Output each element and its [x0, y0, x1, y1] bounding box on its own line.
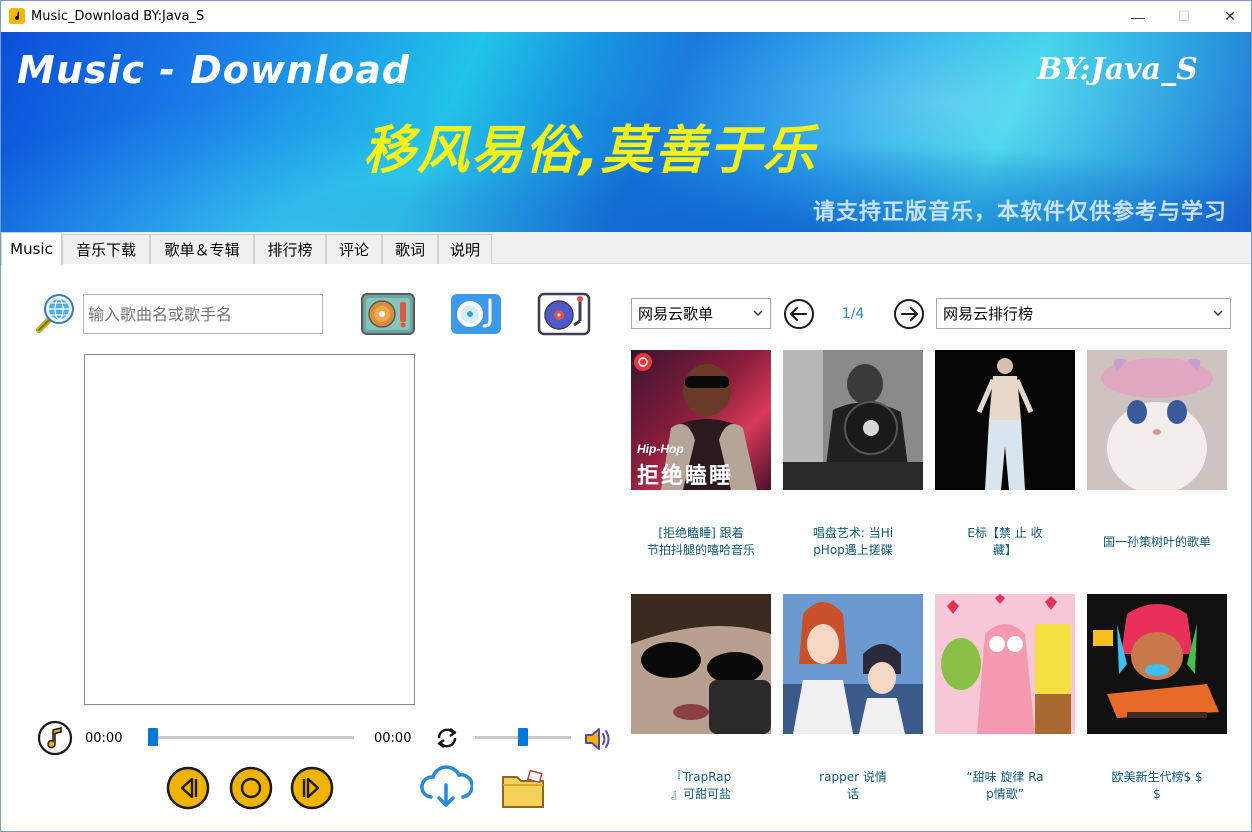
playlist-source-select[interactable]: 网易云歌单	[631, 298, 771, 329]
caption-line: 』可甜可盐	[670, 787, 731, 801]
caption-line: 藏】	[992, 543, 1017, 557]
playlist-cover[interactable]	[935, 594, 1075, 734]
arrow-right-circle-icon	[894, 299, 924, 329]
playlist-cover[interactable]	[783, 350, 923, 490]
caption-line: “甜味 旋律 Ra	[966, 770, 1044, 784]
progress-track[interactable]	[148, 736, 354, 739]
caption-line: 『TrapRap	[670, 770, 732, 784]
playlist-caption[interactable]: 欧美新生代榜$ $ $	[1087, 769, 1227, 803]
playlist-caption[interactable]: E标【禁 止 收 藏】	[935, 525, 1075, 559]
playlist-caption[interactable]: rapper 说情 话	[783, 769, 923, 803]
playlist-caption[interactable]: 唱盘艺术: 当Hi pHop遇上搓碟	[783, 525, 923, 559]
arrow-left-circle-icon	[784, 299, 814, 329]
minimize-button[interactable]: —	[1115, 1, 1161, 32]
tab-playlist-album[interactable]: 歌单＆专辑	[150, 234, 254, 264]
music-disc-icon	[37, 720, 73, 756]
cover-art-rainbow-hair	[1087, 594, 1227, 734]
progress-slider-thumb[interactable]	[148, 728, 158, 746]
previous-icon	[166, 766, 210, 810]
banner-slogan: 移风易俗,莫善于乐	[363, 121, 817, 181]
record-player-source-button[interactable]	[536, 291, 592, 337]
previous-button[interactable]	[166, 766, 210, 810]
cover-art-anime	[783, 594, 923, 734]
download-button[interactable]	[419, 765, 474, 811]
caption-line: E标【禁 止 收	[967, 526, 1043, 540]
playlist-cover[interactable]	[631, 594, 771, 734]
caption-line: 节拍抖腿的嘻哈音乐	[646, 543, 755, 557]
cd-player-source-button[interactable]	[448, 291, 504, 337]
loop-icon[interactable]	[433, 724, 461, 752]
playlist-caption[interactable]: [拒绝瞌睡] 跟着 节拍抖腿的嘻哈音乐	[631, 525, 771, 559]
maximize-button[interactable]: ☐	[1161, 1, 1207, 32]
turntable-icon	[361, 293, 415, 335]
playlist-cover[interactable]	[935, 350, 1075, 490]
chart-source-select[interactable]: 网易云排行榜	[936, 298, 1231, 329]
playlist-caption[interactable]: 国一孙策树叶的歌单	[1087, 534, 1227, 551]
playlist-cover[interactable]	[783, 594, 923, 734]
window-title: Music_Download BY:Java_S	[31, 9, 205, 24]
speaker-icon[interactable]	[583, 725, 613, 753]
play-stop-button[interactable]	[229, 766, 273, 810]
cloud-download-icon	[420, 765, 474, 807]
volume-slider-thumb[interactable]	[518, 728, 528, 746]
banner: Music - Download BY:Java_S 移风易俗,莫善于乐 请支持…	[1, 32, 1251, 232]
folder-icon	[502, 769, 544, 808]
tab-music[interactable]: Music	[1, 232, 62, 265]
tab-comments[interactable]: 评论	[326, 234, 382, 264]
tab-bar: Music 音乐下载 歌单＆专辑 排行榜 评论 歌词 说明	[1, 232, 1251, 265]
cd-player-icon	[451, 294, 501, 334]
search-input[interactable]	[83, 294, 323, 334]
tab-music-download[interactable]: 音乐下载	[62, 234, 150, 264]
playlist-source-value: 网易云歌单	[638, 305, 714, 323]
tab-lyrics[interactable]: 歌词	[382, 234, 438, 264]
caption-line: p情歌”	[986, 787, 1024, 801]
caption-line: 唱盘艺术: 当Hi	[812, 526, 894, 540]
close-button[interactable]: ✕	[1207, 1, 1251, 32]
page-indicator: 1/4	[841, 306, 865, 322]
caption-line: pHop遇上搓碟	[813, 543, 893, 557]
turntable-source-button[interactable]	[360, 291, 416, 337]
music-note-icon	[9, 8, 25, 24]
next-page-button[interactable]	[893, 298, 925, 330]
cover-overlay-title: 拒绝瞌睡	[637, 463, 734, 488]
next-icon	[290, 766, 334, 810]
current-time: 00:00	[85, 731, 123, 746]
caption-line: [拒绝瞌睡] 跟着	[658, 526, 744, 540]
globe-search-icon[interactable]	[33, 292, 77, 336]
playlist-caption[interactable]: 『TrapRap 』可甜可盐	[631, 769, 771, 803]
total-time: 00:00	[374, 731, 412, 746]
chart-source-value: 网易云排行榜	[943, 305, 1034, 323]
playlist-caption[interactable]: “甜味 旋律 Ra p情歌”	[935, 769, 1075, 803]
cover-art-cat	[1087, 350, 1227, 490]
open-folder-button[interactable]	[499, 767, 547, 811]
cover-overlay-genre: Hip-Hop	[637, 442, 684, 456]
next-button[interactable]	[290, 766, 334, 810]
playlist-cover[interactable]	[1087, 594, 1227, 734]
chevron-down-icon	[753, 310, 763, 317]
caption-line: rapper 说情	[819, 770, 887, 784]
record-player-icon	[537, 292, 591, 336]
tab-charts[interactable]: 排行榜	[254, 234, 326, 264]
banner-title: Music - Download	[17, 48, 411, 92]
caption-line: 话	[846, 787, 859, 801]
app-window: Music_Download BY:Java_S — ☐ ✕ Music - D…	[0, 0, 1252, 832]
chevron-down-icon	[1213, 310, 1223, 317]
cover-art-cartoon	[935, 594, 1075, 734]
playlist-cover[interactable]: Hip-Hop 拒绝瞌睡	[631, 350, 771, 490]
cover-art-figure	[935, 350, 1075, 490]
banner-author: BY:Java_S	[1037, 52, 1198, 87]
caption-line: $	[1153, 787, 1161, 801]
song-result-list[interactable]	[84, 354, 415, 705]
cover-art-turntable-dj	[783, 350, 923, 490]
playlist-cover[interactable]	[1087, 350, 1227, 490]
prev-page-button[interactable]	[783, 298, 815, 330]
title-bar: Music_Download BY:Java_S — ☐ ✕	[1, 1, 1251, 32]
caption-line: 欧美新生代榜$ $	[1111, 770, 1203, 784]
stop-circle-icon	[229, 766, 273, 810]
cover-art-sunglasses	[631, 594, 771, 734]
banner-notice: 请支持正版音乐，本软件仅供参考与学习	[813, 200, 1228, 225]
tab-help[interactable]: 说明	[438, 234, 492, 264]
caption-line: 国一孙策树叶的歌单	[1102, 535, 1211, 549]
